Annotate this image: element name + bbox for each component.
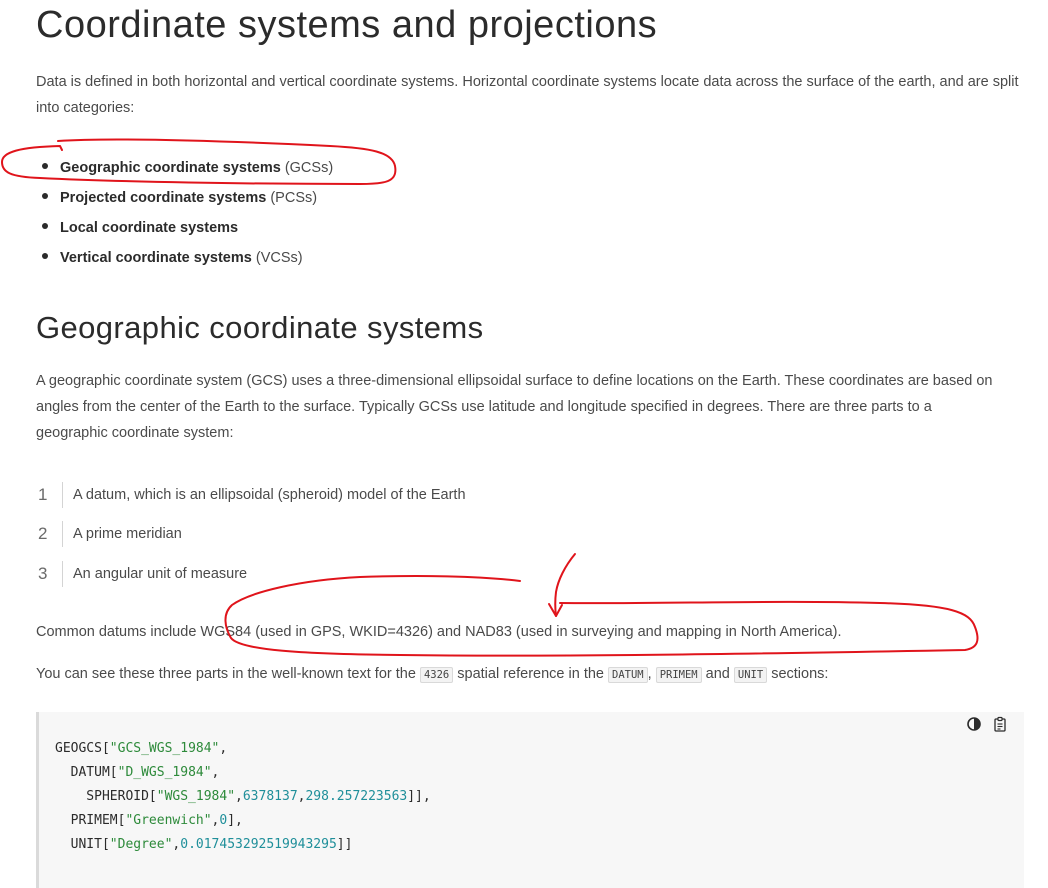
divider (62, 481, 63, 508)
list-item-text: A datum, which is an ellipsoidal (sphero… (73, 486, 466, 503)
list-number: 1 (38, 484, 48, 504)
section-heading-gcs: Geographic coordinate systems (36, 310, 484, 345)
contrast-icon[interactable] (966, 716, 982, 732)
inline-code-primem: PRIMEM (655, 667, 702, 683)
list-item-name: Local coordinate systems (60, 220, 239, 236)
text-segment: You can see these three parts in the wel… (36, 666, 420, 682)
list-item: Geographic coordinate systems (GCSs) (42, 153, 333, 183)
annotation-arrowhead (548, 603, 563, 617)
list-item-text: A prime meridian (73, 526, 182, 543)
wkt-intro-paragraph: You can see these three parts in the wel… (36, 661, 828, 688)
text-segment: , (647, 666, 656, 682)
gcs-description: A geographic coordinate system (GCS) use… (36, 373, 993, 441)
code-toolbar (966, 716, 1008, 732)
inline-code-wkid: 4326 (419, 667, 454, 683)
intro-paragraph: Data is defined in both horizontal and v… (36, 74, 1019, 116)
text-segment: sections: (767, 666, 829, 682)
common-datums-paragraph: Common datums include WGS84 (used in GPS… (36, 624, 842, 640)
coordinate-system-list: Geographic coordinate systems (GCSs) Pro… (42, 153, 333, 273)
text-segment: and (701, 666, 734, 682)
divider (62, 521, 63, 548)
list-item: 1 A datum, which is an ellipsoidal (spher… (36, 475, 466, 515)
divider (62, 560, 63, 587)
list-item: Local coordinate systems (42, 213, 333, 243)
list-item: 2 A prime meridian (36, 515, 466, 555)
list-item-name: Vertical coordinate systems (60, 250, 252, 266)
text-segment: spatial reference in the (453, 666, 609, 682)
code-block: GEOGCS["GCS_WGS_1984", DATUM["D_WGS_1984… (36, 712, 1024, 888)
list-item-abbr: (GCSs) (284, 160, 334, 176)
list-item-text: An angular unit of measure (73, 565, 248, 582)
list-number: 3 (38, 563, 48, 583)
page-title: Coordinate systems and projections (36, 4, 658, 46)
list-item: 3 An angular unit of measure (36, 554, 466, 594)
clipboard-copy-icon[interactable] (992, 716, 1008, 732)
list-item: Vertical coordinate systems (VCSs) (42, 243, 333, 273)
list-item-name: Geographic coordinate systems (60, 160, 281, 176)
code-content: GEOGCS["GCS_WGS_1984", DATUM["D_WGS_1984… (55, 741, 431, 852)
list-item-abbr: (PCSs) (270, 190, 318, 206)
bullet-icon (42, 163, 48, 170)
list-item: Projected coordinate systems (PCSs) (42, 183, 333, 213)
list-item-abbr: (VCSs) (255, 250, 303, 266)
inline-code-unit: UNIT (733, 667, 768, 683)
list-number: 2 (38, 524, 48, 544)
list-item-name: Projected coordinate systems (60, 190, 267, 206)
bullet-icon (42, 223, 48, 230)
inline-code-datum: DATUM (608, 667, 648, 683)
bullet-icon (42, 253, 48, 260)
gcs-parts-list: 1 A datum, which is an ellipsoidal (spher… (36, 475, 466, 594)
bullet-icon (42, 193, 48, 200)
annotation-arrow (554, 553, 576, 617)
